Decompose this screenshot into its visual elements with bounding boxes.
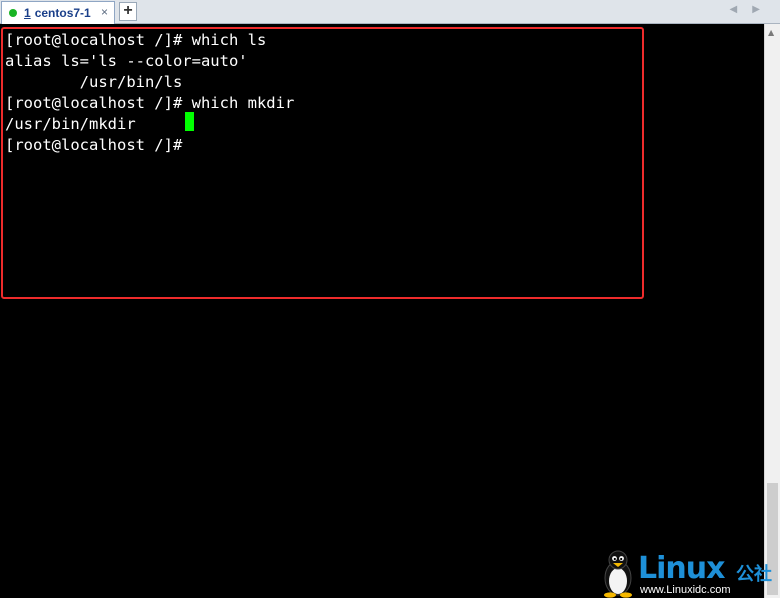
terminal-cursor [185,112,194,131]
scroll-up-arrow-icon[interactable]: ▲ [768,28,774,37]
watermark-brand-cn: 公社 [736,564,772,585]
watermark-url: www.Linuxidc.com [640,584,731,596]
new-tab-button[interactable]: + [119,2,137,21]
terminal-line: [root@localhost /]# which mkdir [5,94,295,112]
terminal-line: /usr/bin/ls [5,73,183,91]
tab-title: centos7-1 [34,6,91,20]
tab-centos7-1[interactable]: 1 centos7-1 × [1,1,115,24]
tux-penguin-icon [604,550,632,598]
terminal-line: /usr/bin/mkdir [5,115,136,133]
terminal-prompt: [root@localhost /]# [5,136,192,154]
watermark-brand: Linux [638,551,725,586]
tab-bar: 1 centos7-1 × + ◀ ▶ [0,0,780,24]
terminal-line: [root@localhost /]# which ls [5,31,267,49]
terminal-output[interactable]: [root@localhost /]# which ls alias ls='l… [0,24,764,598]
tab-number: 1 [24,6,31,20]
linux-watermark: Linux 公社 www.Linuxidc.com [598,548,780,598]
tab-scroll-arrows[interactable]: ◀ ▶ [729,4,766,15]
close-icon[interactable]: × [101,5,108,19]
connection-status-icon [9,9,17,17]
vertical-scrollbar[interactable]: ▲ [764,24,780,598]
tab-label: 1 centos7-1 [24,6,91,20]
terminal-line: alias ls='ls --color=auto' [5,52,248,70]
